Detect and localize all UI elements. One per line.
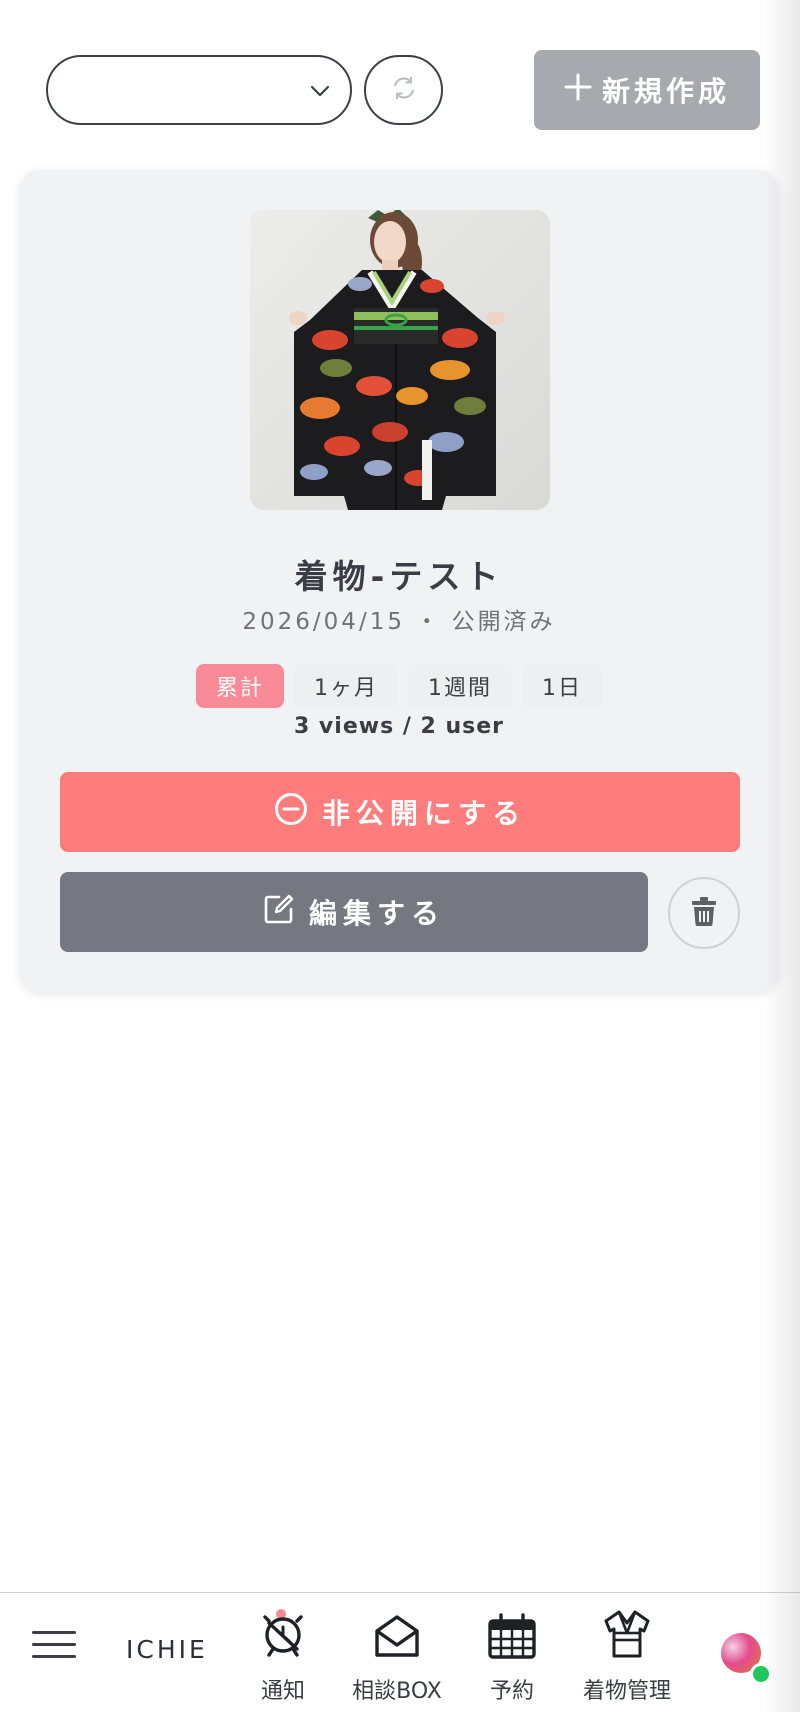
mail-icon xyxy=(373,1603,421,1659)
kimono-icon xyxy=(602,1603,652,1659)
nav-item-notification[interactable]: 通知 xyxy=(228,1603,338,1707)
edit-button[interactable]: 編集する xyxy=(60,872,648,952)
range-tabs: 累計 1ヶ月 1週間 1日 xyxy=(20,664,778,708)
bottom-nav: ICHIE 通知 相談BOX 予約 着物管理 xyxy=(0,1592,800,1712)
item-status: 公開済み xyxy=(451,609,556,635)
refresh-button[interactable] xyxy=(364,55,443,125)
hamburger-menu-icon[interactable] xyxy=(32,1631,76,1661)
unpublish-button[interactable]: 非公開にする xyxy=(60,772,740,852)
filter-select[interactable] xyxy=(46,55,352,125)
nav-label-consult-box: 相談BOX xyxy=(352,1679,442,1704)
calendar-icon xyxy=(487,1603,537,1659)
item-meta: 2026/04/15 ・ 公開済み xyxy=(20,602,778,636)
kimono-card: 着物-テスト 2026/04/15 ・ 公開済み 累計 1ヶ月 1週間 1日 3… xyxy=(20,170,778,992)
delete-button[interactable] xyxy=(668,877,740,949)
minus-circle-icon xyxy=(274,792,308,833)
edit-label: 編集する xyxy=(308,897,445,930)
range-tab-week[interactable]: 1週間 xyxy=(408,664,512,708)
nav-label-reservation: 予約 xyxy=(489,1679,534,1704)
item-date: 2026/04/15 xyxy=(242,609,405,635)
meta-separator: ・ xyxy=(415,609,442,635)
edit-icon xyxy=(263,893,295,932)
item-title: 着物-テスト xyxy=(294,557,504,596)
brand-logo[interactable]: ICHIE xyxy=(126,1635,208,1664)
range-tab-month[interactable]: 1ヶ月 xyxy=(294,664,398,708)
view-stats: 3 views / 2 user xyxy=(293,714,505,739)
unpublish-label: 非公開にする xyxy=(321,797,527,830)
new-create-label: 新規作成 xyxy=(601,75,730,108)
alarm-icon xyxy=(259,1603,307,1659)
refresh-icon xyxy=(389,73,419,107)
trash-icon xyxy=(690,896,718,930)
chevron-down-icon xyxy=(308,79,332,107)
kimono-thumbnail[interactable] xyxy=(250,210,550,510)
nav-item-kimono-management[interactable]: 着物管理 xyxy=(572,1603,682,1707)
new-create-button[interactable]: 新規作成 xyxy=(534,50,760,130)
nav-item-consult-box[interactable]: 相談BOX xyxy=(342,1603,452,1707)
plus-icon xyxy=(564,73,592,108)
nav-label-notification: 通知 xyxy=(260,1679,305,1704)
online-status-dot xyxy=(750,1663,772,1685)
nav-label-kimono-management: 着物管理 xyxy=(582,1679,671,1704)
range-tab-total[interactable]: 累計 xyxy=(195,664,284,708)
nav-item-reservation[interactable]: 予約 xyxy=(457,1603,567,1707)
range-tab-day[interactable]: 1日 xyxy=(522,664,602,708)
